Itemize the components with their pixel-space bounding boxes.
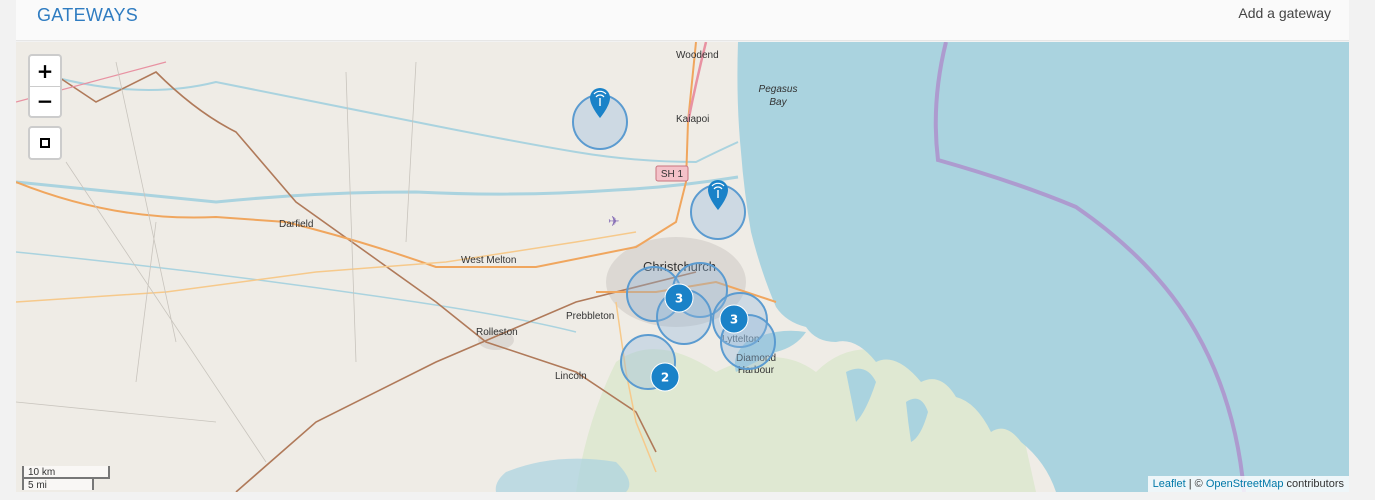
zoom-control: + − [28, 54, 62, 118]
place-darfield: Darfield [279, 219, 313, 230]
scale-imperial: 5 mi [22, 477, 94, 491]
map-tiles: ✈ Woodend Pegasus Bay Kaiapoi SH 1 Darfi… [16, 42, 1349, 492]
place-sh1: SH 1 [661, 169, 684, 180]
place-lincoln: Lincoln [555, 371, 587, 382]
panel-header: GATEWAYS Add a gateway [16, 0, 1349, 41]
leaflet-link[interactable]: Leaflet [1153, 478, 1186, 490]
place-kaiapoi: Kaiapoi [676, 114, 709, 125]
cluster-count: 3 [675, 292, 683, 306]
cluster-marker[interactable]: 2 [650, 362, 680, 392]
map-view[interactable]: ✈ Woodend Pegasus Bay Kaiapoi SH 1 Darfi… [16, 42, 1349, 492]
draw-rectangle-button[interactable] [28, 126, 62, 160]
airport-icon: ✈ [608, 213, 620, 229]
page-title: GATEWAYS [37, 5, 139, 25]
cluster-marker[interactable]: 3 [719, 304, 749, 334]
zoom-out-button[interactable]: − [30, 86, 60, 116]
place-pegasus-bay-2: Bay [769, 97, 787, 108]
add-gateway-link[interactable]: Add a gateway [1238, 5, 1331, 21]
place-west-melton: West Melton [461, 255, 516, 266]
place-rolleston: Rolleston [476, 327, 518, 338]
attribution-separator: | © [1185, 478, 1206, 490]
place-pegasus-bay: Pegasus [759, 84, 798, 95]
cluster-count: 3 [730, 313, 738, 327]
place-woodend: Woodend [676, 50, 719, 61]
scale-bar: 10 km 5 mi [22, 466, 110, 491]
cluster-marker[interactable]: 3 [664, 283, 694, 313]
zoom-in-button[interactable]: + [30, 56, 60, 86]
map-attribution: Leaflet | © OpenStreetMap contributors [1147, 476, 1349, 492]
attribution-suffix: contributors [1283, 478, 1344, 490]
cluster-count: 2 [661, 371, 669, 385]
osm-link[interactable]: OpenStreetMap [1206, 478, 1284, 490]
square-icon [40, 138, 50, 148]
place-prebbleton: Prebbleton [566, 311, 614, 322]
